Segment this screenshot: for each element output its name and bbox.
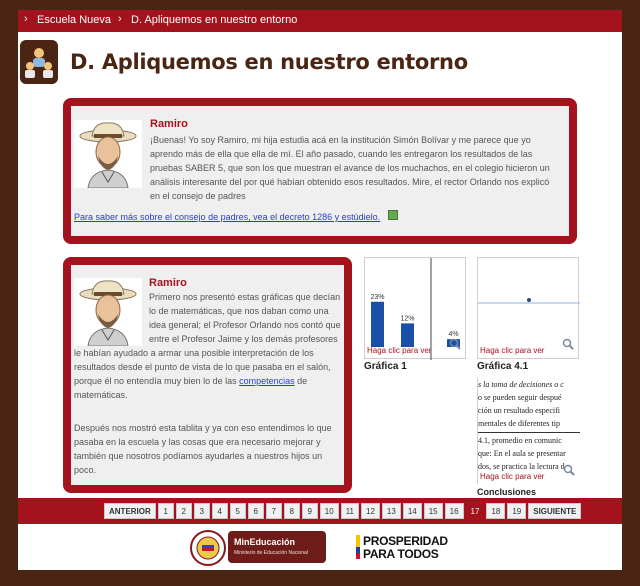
decree-link-row: Para saber más sobre el consejo de padre… (74, 210, 404, 224)
hint-text: Haga clic para ver (480, 346, 545, 355)
page-button[interactable]: 5 (229, 503, 246, 519)
people-icon (20, 40, 58, 84)
chart-thumbnail-1[interactable]: 23% 12% 4% Haga clic para ver (364, 257, 466, 360)
page-button[interactable]: 17 (465, 503, 485, 519)
page-title: D. Apliquemos en nuestro entorno (70, 50, 468, 74)
pagination: ANTERIOR 1 2 3 4 5 6 7 8 9 10 11 12 13 14 15 16 17 18 19 SI… (104, 503, 582, 519)
doc-line: 4.1, promedio en comunic (478, 436, 562, 445)
doc-caption: Conclusiones (477, 487, 537, 497)
zoom-icon[interactable] (449, 337, 461, 355)
chart-bar (401, 323, 414, 347)
ramiro-avatar (74, 120, 142, 189)
chart-caption-2: Gráfica 4.1 (477, 361, 529, 372)
page-button[interactable]: 15 (423, 503, 443, 519)
decree-link[interactable]: Para saber más sobre el consejo de padre… (74, 212, 380, 222)
breadcrumb: › Escuela Nueva › D. Apliquemos en nuest… (18, 10, 622, 32)
hint-text: Haga clic para ver (367, 346, 432, 355)
hint-text: Haga clic para ver (480, 472, 545, 481)
story-text-wrap: Primero nos presentó estas gráficas que … (74, 290, 344, 400)
page-button[interactable]: 9 (301, 503, 318, 519)
doc-line: o se pueden seguir despué (478, 393, 562, 402)
page-button[interactable]: 16 (444, 503, 464, 519)
competencias-link[interactable]: competencias (239, 376, 295, 386)
page-button[interactable]: 14 (402, 503, 422, 519)
colombia-seal-icon (190, 530, 226, 566)
prev-button[interactable]: ANTERIOR (104, 503, 156, 519)
page-button[interactable]: 18 (486, 503, 506, 519)
page-button[interactable]: 7 (265, 503, 282, 519)
page-button[interactable]: 8 (283, 503, 300, 519)
doc-line: ción un resultado especifi (478, 406, 560, 415)
doc-line: mentales de diferentes tip (478, 419, 560, 428)
document-thumbnail[interactable]: s la toma de decisiones o c o se pueden … (477, 378, 580, 484)
doc-line: que: En el aula se presentar (478, 449, 566, 458)
prosperidad-logo: PROSPERIDAD PARA TODOS (356, 533, 456, 563)
page-button[interactable]: 11 (340, 503, 359, 519)
chevron-right-icon: › (24, 13, 28, 25)
bar-value-label: 12% (400, 315, 414, 322)
zoom-icon[interactable] (563, 463, 575, 481)
page-button[interactable]: 10 (319, 503, 339, 519)
page-button[interactable]: 4 (211, 503, 228, 519)
bar-value-label: 23% (370, 294, 384, 301)
page-button[interactable]: 1 (157, 503, 174, 519)
story-text-2: Después nos mostró esta tablita y ya con… (74, 423, 332, 475)
page-button[interactable]: 2 (175, 503, 192, 519)
speaker-name: Ramiro (150, 118, 188, 130)
page-button[interactable]: 6 (247, 503, 264, 519)
chart-bar (371, 301, 384, 347)
chevron-right-icon: › (118, 13, 122, 25)
breadcrumb-item-current[interactable]: D. Apliquemos en nuestro entorno (131, 14, 297, 26)
external-link-icon[interactable] (388, 210, 398, 220)
doc-line: s la toma de decisiones o c (478, 380, 564, 389)
page-button[interactable]: 19 (507, 503, 527, 519)
page-button[interactable]: 12 (361, 503, 380, 519)
page-button[interactable]: 13 (381, 503, 401, 519)
zoom-icon[interactable] (562, 337, 574, 355)
story-text: ¡Buenas! Yo soy Ramiro, mi hija estudia … (150, 135, 550, 201)
chart-caption-1: Gráfica 1 (364, 361, 407, 372)
mineducacion-logo: MinEducación Ministerio de Educación Nac… (228, 531, 326, 563)
breadcrumb-item-home[interactable]: Escuela Nueva (37, 14, 111, 26)
page-button[interactable]: 3 (193, 503, 210, 519)
chart-thumbnail-2[interactable]: Haga clic para ver (477, 257, 580, 359)
flag-bar-icon (356, 535, 360, 559)
speaker-name: Ramiro (149, 277, 187, 289)
next-button[interactable]: SIGUIENTE (528, 503, 582, 519)
doc-divider (478, 432, 580, 433)
